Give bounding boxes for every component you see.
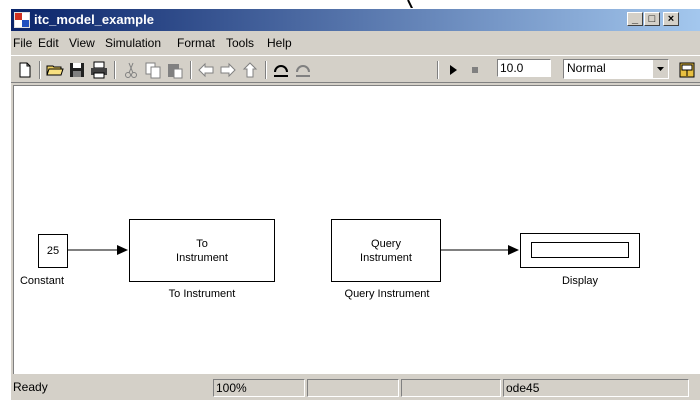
run-icon[interactable]: [443, 60, 463, 80]
maximize-button[interactable]: □: [644, 12, 660, 26]
status-bar: Ready 100% ode45: [11, 377, 700, 401]
to-instrument-block-label: To Instrument: [168, 288, 236, 300]
query-instrument-block-label: Query Instrument: [344, 288, 430, 300]
back-arrow-icon[interactable]: [196, 60, 216, 80]
constant-value: 25: [46, 245, 60, 257]
menu-view[interactable]: View: [69, 36, 95, 50]
simulation-mode-value: Normal: [567, 61, 606, 75]
model-canvas[interactable]: 25 Constant To Instrument To Instrument …: [13, 85, 700, 374]
status-text: Ready: [13, 380, 48, 394]
simulink-logo-icon: [14, 12, 30, 28]
solver-name: ode45: [503, 379, 689, 397]
query-instrument-text-line2: Instrument: [360, 251, 412, 264]
status-cell-empty-2: [401, 379, 501, 397]
open-folder-icon[interactable]: [45, 60, 65, 80]
to-instrument-text-line1: To: [196, 237, 208, 250]
new-file-icon[interactable]: [15, 60, 35, 80]
menu-simulation[interactable]: Simulation: [105, 36, 161, 50]
constant-block[interactable]: 25: [38, 234, 68, 268]
query-instrument-block[interactable]: Query Instrument: [331, 219, 441, 282]
simulink-window: itc_model_example _ □ × File Edit View S…: [10, 8, 700, 400]
library-browser-icon[interactable]: [677, 60, 697, 80]
status-cell-empty-1: [307, 379, 399, 397]
constant-block-label: Constant: [19, 275, 65, 287]
menu-edit[interactable]: Edit: [38, 36, 59, 50]
minimize-button[interactable]: _: [627, 12, 643, 26]
up-arrow-icon[interactable]: [240, 60, 260, 80]
menu-format[interactable]: Format: [177, 36, 215, 50]
forward-arrow-icon[interactable]: [218, 60, 238, 80]
simulation-mode-select[interactable]: Normal: [563, 59, 669, 79]
menu-file[interactable]: File: [13, 36, 32, 50]
cut-icon[interactable]: [121, 60, 141, 80]
print-icon[interactable]: [89, 60, 109, 80]
undo-icon[interactable]: [271, 60, 291, 80]
paste-icon[interactable]: [165, 60, 185, 80]
zoom-level: 100%: [213, 379, 305, 397]
to-instrument-block[interactable]: To Instrument: [129, 219, 275, 282]
stop-icon[interactable]: [465, 60, 485, 80]
stop-time-input[interactable]: 10.0: [497, 59, 551, 77]
close-button[interactable]: ×: [663, 12, 679, 26]
menu-help[interactable]: Help: [267, 36, 292, 50]
save-icon[interactable]: [67, 60, 87, 80]
query-instrument-text-line1: Query: [371, 237, 401, 250]
title-bar: itc_model_example _ □ ×: [11, 9, 700, 31]
display-block-label: Display: [561, 275, 599, 287]
display-readout: [531, 242, 629, 258]
display-block[interactable]: [520, 233, 640, 268]
redo-icon[interactable]: [293, 60, 313, 80]
chevron-down-icon[interactable]: [652, 60, 668, 78]
menu-tools[interactable]: Tools: [226, 36, 254, 50]
to-instrument-text-line2: Instrument: [176, 251, 228, 264]
window-title: itc_model_example: [34, 12, 154, 27]
copy-icon[interactable]: [143, 60, 163, 80]
